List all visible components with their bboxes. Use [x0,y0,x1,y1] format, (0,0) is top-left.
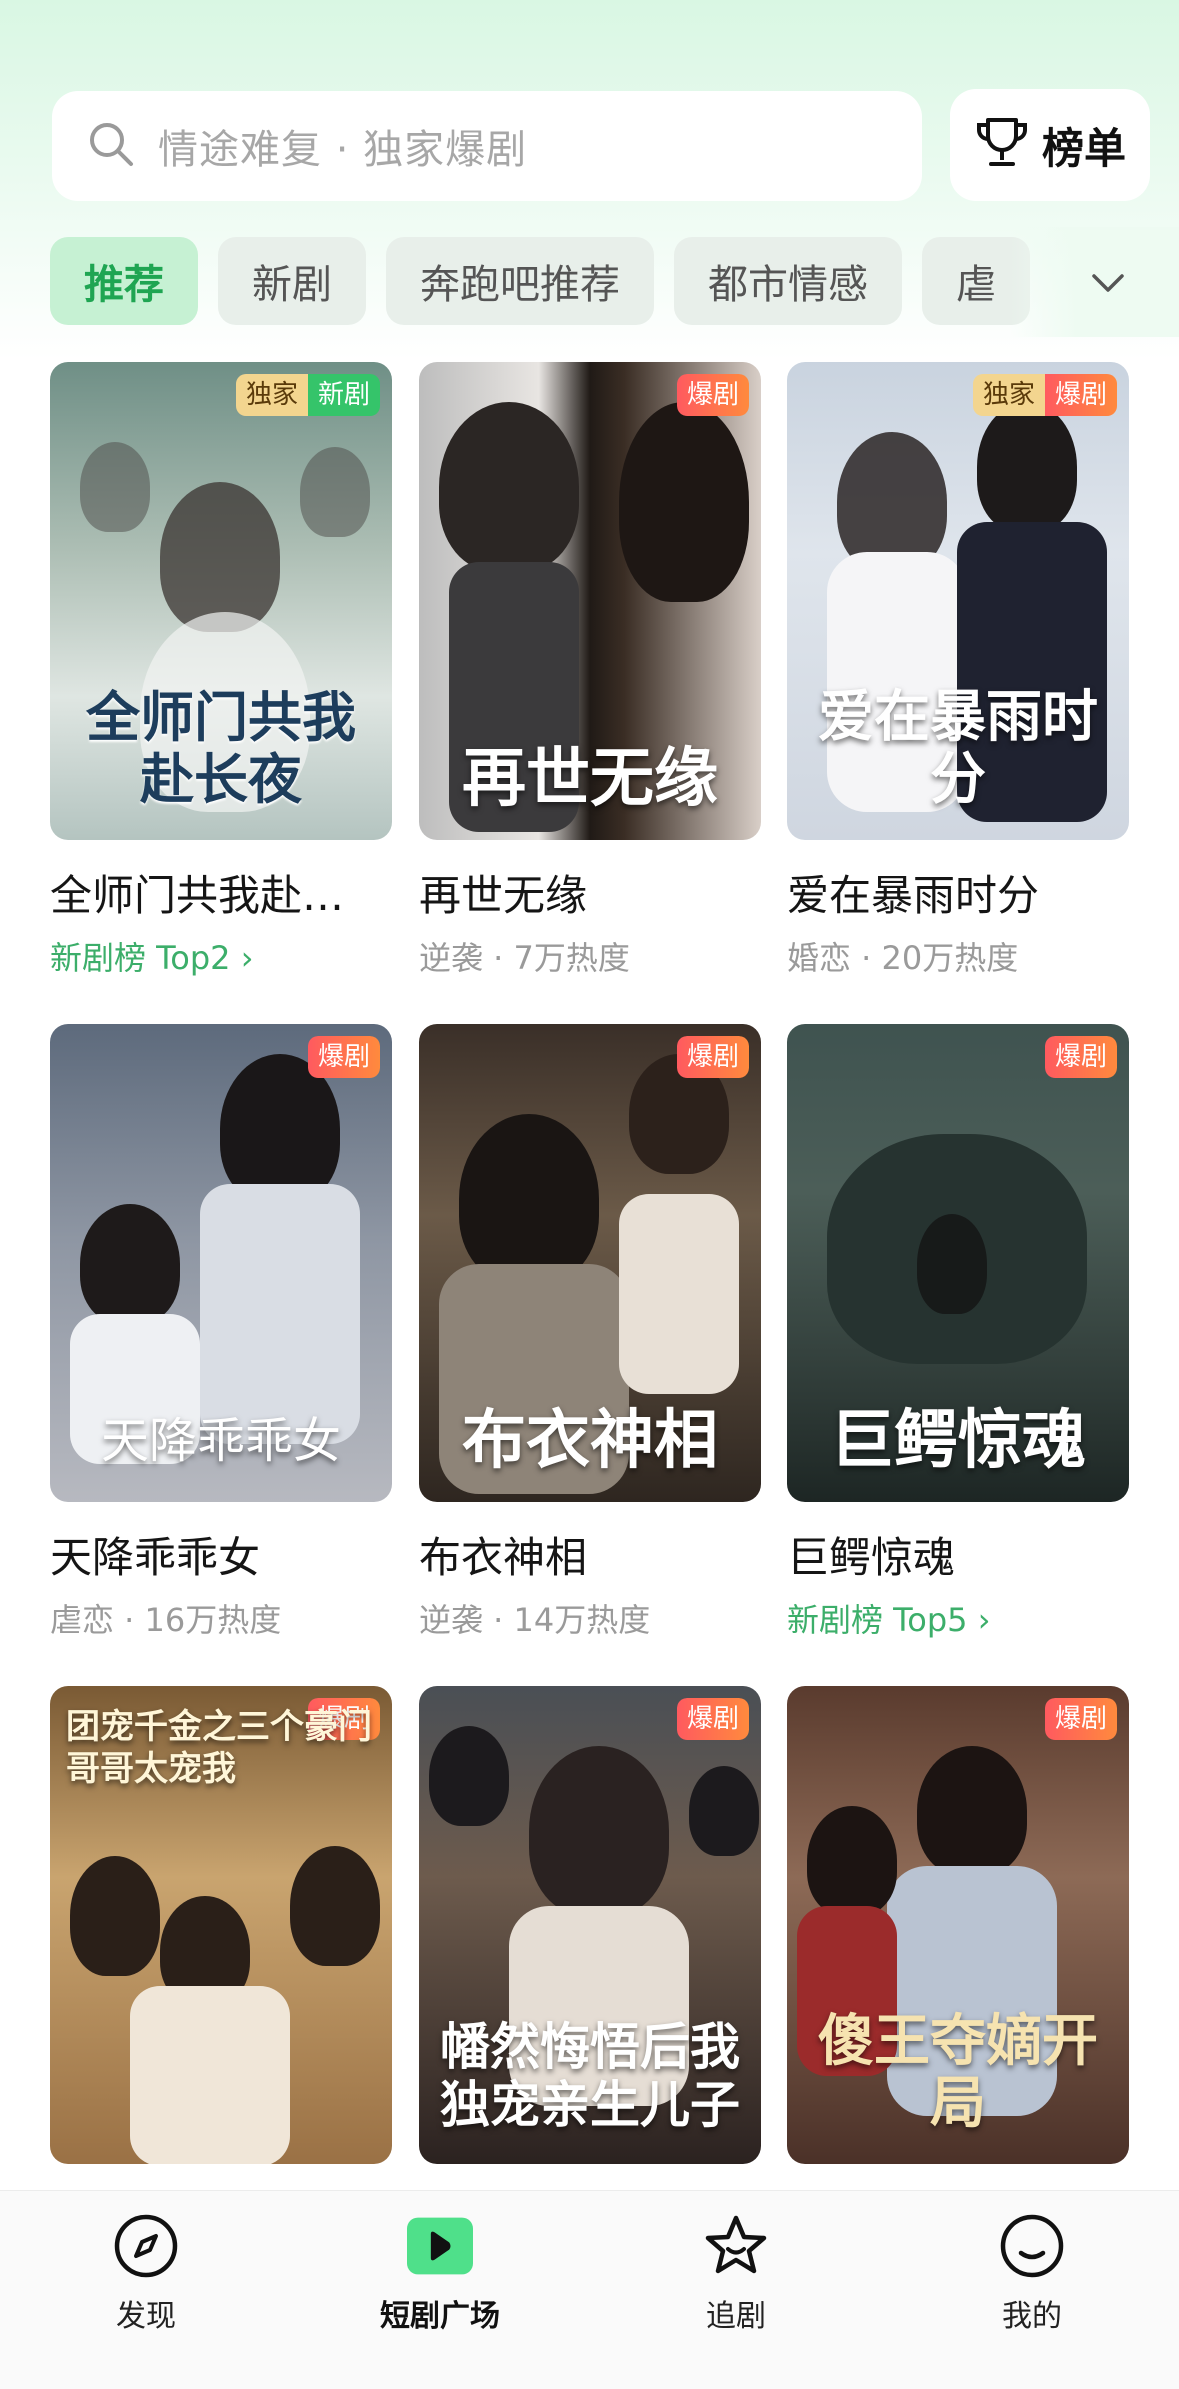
tab-new[interactable]: 新剧 [218,237,366,325]
search-icon [86,119,136,173]
poster-title: 巨鳄惊魂 [830,1403,1086,1478]
drama-card[interactable]: 爆剧 再世无缘 再世无缘 逆袭 · 7万热度 [419,362,761,979]
trophy-icon [974,114,1030,176]
hot-badge: 爆剧 [307,1036,380,1078]
drama-poster[interactable]: 爆剧 巨鳄惊魂 [787,1024,1129,1502]
tab-run-recommend[interactable]: 奔跑吧推荐 [386,237,654,325]
tab-recommend[interactable]: 推荐 [50,237,198,325]
nav-discover[interactable]: 发现 [46,2191,246,2335]
nav-label: 短剧广场 [380,2299,500,2334]
drama-poster[interactable]: 爆剧 幡然悔悟后我独宠亲生儿子 [419,1686,761,2164]
drama-title: 爱在暴雨时分 [787,871,1040,920]
drama-title: 巨鳄惊魂 [787,1533,956,1582]
poster-title: 布衣神相 [462,1403,718,1478]
badge-group: 爆剧 [1044,1036,1117,1078]
hot-badge: 爆剧 [1044,374,1117,416]
search-placeholder: 情途难复 · 独家爆剧 [158,127,528,173]
drama-card[interactable]: 爆剧 傻王夺嫡开局 [787,1686,1129,2164]
drama-card[interactable]: 爆剧 巨鳄惊魂 巨鳄惊魂 新剧榜 Top5 › [787,1024,1129,1641]
nav-label: 我的 [1002,2299,1062,2334]
badge-group: 爆剧 [676,1036,749,1078]
nav-following[interactable]: 追剧 [636,2191,836,2335]
smile-icon [999,2213,1065,2279]
tab-urban-romance[interactable]: 都市情感 [674,237,902,325]
drama-title: 天降乖乖女 [50,1533,261,1582]
drama-title: 全师门共我赴… [50,871,345,920]
nav-mine[interactable]: 我的 [932,2191,1132,2335]
bottom-nav: 发现 短剧广场 追剧 我的 [0,2190,1179,2389]
poster-title: 团宠千金之三个豪门哥哥太宠我 [66,1707,372,1789]
drama-meta: 逆袭 · 7万热度 [419,939,630,977]
poster-title: 全师门共我赴长夜 [86,685,356,811]
drama-card[interactable]: 爆剧 幡然悔悟后我独宠亲生儿子 [419,1686,761,2164]
drama-title: 再世无缘 [419,871,588,920]
compass-icon [113,2213,179,2279]
hot-badge: 爆剧 [676,1698,749,1740]
play-icon [407,2213,473,2279]
poster-title: 傻王夺嫡开局 [818,2008,1098,2136]
drama-card[interactable]: 爆剧 团宠千金之三个豪门哥哥太宠我 [50,1686,392,2164]
drama-poster[interactable]: 爆剧 布衣神相 [419,1024,761,1502]
badge-group: 独家 新剧 [235,374,380,416]
new-badge: 新剧 [307,374,380,416]
drama-poster[interactable]: 独家 爆剧 爱在暴雨时分 [787,362,1129,840]
exclusive-badge: 独家 [235,374,308,416]
badge-group: 爆剧 [676,374,749,416]
poster-title: 爱在暴雨时分 [818,684,1098,812]
poster-title: 再世无缘 [462,741,718,816]
drama-rank-link[interactable]: 新剧榜 Top5 › [787,1595,1129,1641]
drama-poster[interactable]: 爆剧 天降乖乖女 [50,1024,392,1502]
drama-card[interactable]: 独家 爆剧 爱在暴雨时分 爱在暴雨时分 婚恋 · 20万热度 [787,362,1129,979]
badge-group: 爆剧 [307,1036,380,1078]
hot-badge: 爆剧 [1044,1036,1117,1078]
drama-meta: 婚恋 · 20万热度 [787,939,1019,977]
drama-poster[interactable]: 爆剧 傻王夺嫡开局 [787,1686,1129,2164]
exclusive-badge: 独家 [972,374,1045,416]
drama-card[interactable]: 爆剧 布衣神相 布衣神相 逆袭 · 14万热度 [419,1024,761,1641]
hot-badge: 爆剧 [676,374,749,416]
drama-meta: 逆袭 · 14万热度 [419,1601,651,1639]
star-icon [703,2213,769,2279]
poster-title: 天降乖乖女 [100,1413,341,1469]
drama-poster[interactable]: 爆剧 再世无缘 [419,362,761,840]
hot-badge: 爆剧 [676,1036,749,1078]
ranking-label: 榜单 [1041,123,1126,173]
badge-group: 爆剧 [676,1698,749,1740]
drama-title: 布衣神相 [419,1533,588,1582]
hot-badge: 爆剧 [1044,1698,1117,1740]
poster-title: 幡然悔悟后我独宠亲生儿子 [440,2017,740,2134]
drama-rank-link[interactable]: 新剧榜 Top2 › [50,933,392,979]
search-input[interactable]: 情途难复 · 独家爆剧 [52,91,922,201]
ranking-button[interactable]: 榜单 [950,89,1150,201]
drama-meta: 虐恋 · 16万热度 [50,1601,282,1639]
drama-poster[interactable]: 独家 新剧 全师门共我赴长夜 [50,362,392,840]
drama-poster[interactable]: 爆剧 团宠千金之三个豪门哥哥太宠我 [50,1686,392,2164]
nav-drama-square[interactable]: 短剧广场 [340,2191,540,2335]
chevron-down-icon[interactable] [1088,262,1128,302]
nav-label: 追剧 [706,2299,766,2334]
drama-card[interactable]: 独家 新剧 全师门共我赴长夜 全师门共我赴… 新剧榜 Top2 › [50,362,392,979]
nav-label: 发现 [116,2299,176,2334]
badge-group: 爆剧 [1044,1698,1117,1740]
badge-group: 独家 爆剧 [972,374,1117,416]
drama-card[interactable]: 爆剧 天降乖乖女 天降乖乖女 虐恋 · 16万热度 [50,1024,392,1641]
category-tabs: 推荐 新剧 奔跑吧推荐 都市情感 虐 [50,237,1090,325]
